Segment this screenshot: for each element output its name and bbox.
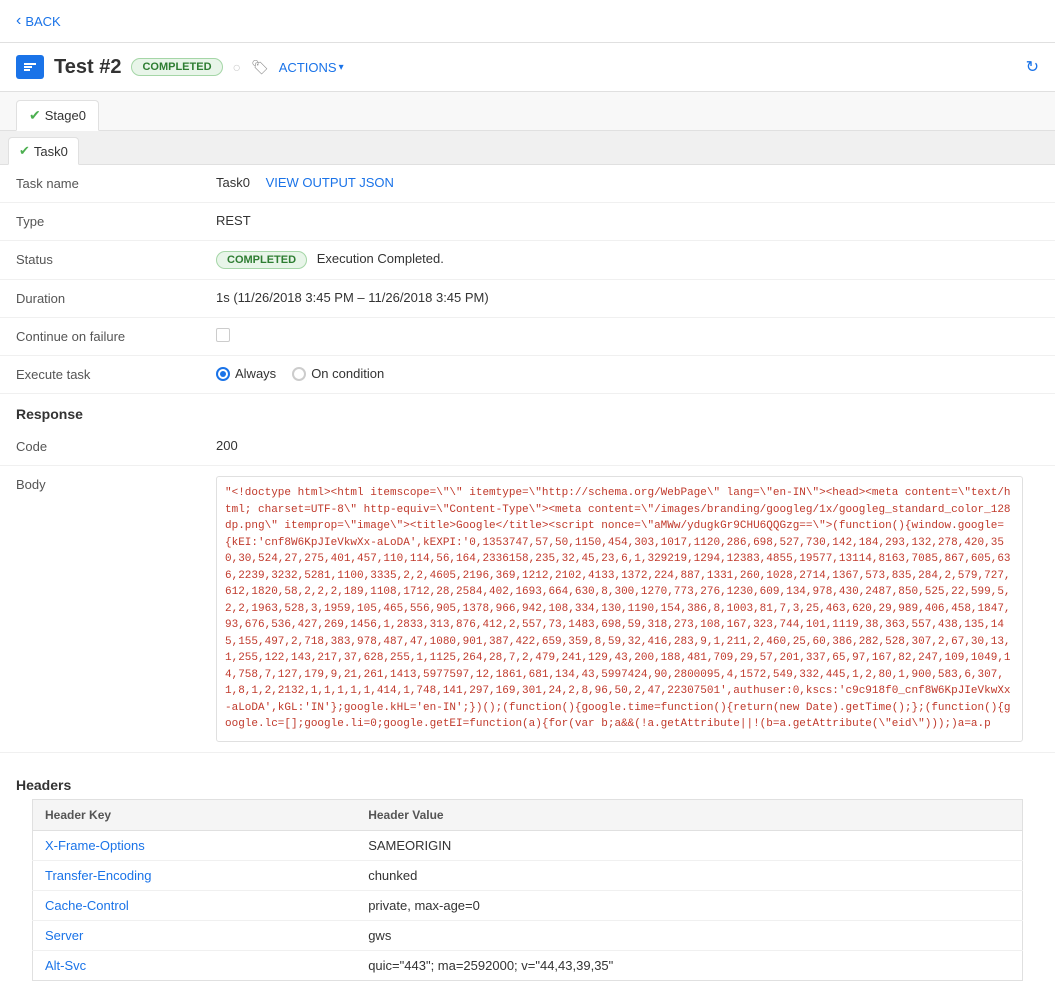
- check-icon: ✔: [29, 107, 41, 124]
- header-key-cell: Server: [33, 920, 357, 950]
- body-content-wrapper: "<!doctype html><html itemscope=\"\" ite…: [216, 476, 1039, 742]
- code-row: Code 200: [0, 428, 1055, 466]
- header-value-cell: private, max-age=0: [356, 890, 1022, 920]
- col-key-header: Header Key: [33, 799, 357, 830]
- type-row: Type REST: [0, 203, 1055, 241]
- execute-condition-label: On condition: [311, 366, 384, 381]
- actions-button[interactable]: ACTIONS ▾: [279, 60, 344, 75]
- response-header: Response: [0, 394, 1055, 428]
- status-badge: COMPLETED: [131, 58, 222, 76]
- continue-failure-label: Continue on failure: [16, 328, 216, 344]
- body-content[interactable]: "<!doctype html><html itemscope=\"\" ite…: [216, 476, 1023, 742]
- task-name-label: Task name: [16, 175, 216, 191]
- continue-failure-checkbox[interactable]: [216, 328, 230, 342]
- table-row: Cache-Controlprivate, max-age=0: [33, 890, 1023, 920]
- code-value: 200: [216, 438, 1039, 453]
- type-value: REST: [216, 213, 1039, 228]
- check-icon: ✔: [19, 143, 30, 159]
- stage-tab-label: Stage0: [45, 108, 86, 123]
- task-name-value: Task0 VIEW OUTPUT JSON: [216, 175, 1039, 190]
- header-key-cell: Alt-Svc: [33, 950, 357, 980]
- header-value-cell: quic="443"; ma=2592000; v="44,43,39,35": [356, 950, 1022, 980]
- header-value-cell: SAMEORIGIN: [356, 830, 1022, 860]
- refresh-icon[interactable]: ↻: [1026, 57, 1039, 77]
- status-row: Status COMPLETED Execution Completed.: [0, 241, 1055, 280]
- header-key-cell: X-Frame-Options: [33, 830, 357, 860]
- header-actions: ↻: [1026, 57, 1039, 77]
- execute-task-label: Execute task: [16, 366, 216, 382]
- back-link[interactable]: BACK: [16, 12, 61, 30]
- circle-icon: ○: [233, 59, 241, 75]
- tag-icon: 🏷: [251, 59, 269, 76]
- header-value-cell: chunked: [356, 860, 1022, 890]
- task-name-row: Task name Task0 VIEW OUTPUT JSON: [0, 165, 1055, 203]
- col-value-header: Header Value: [356, 799, 1022, 830]
- duration-row: Duration 1s (11/26/2018 3:45 PM – 11/26/…: [0, 280, 1055, 318]
- header-left: Test #2 COMPLETED ○ 🏷 ACTIONS ▾: [16, 55, 344, 79]
- task-name-text: Task0: [216, 175, 250, 190]
- task-tab-label: Task0: [34, 144, 68, 159]
- task-tab-task0[interactable]: ✔ Task0: [8, 137, 79, 165]
- status-text: Execution Completed.: [317, 251, 444, 266]
- code-label: Code: [16, 438, 216, 454]
- execute-condition-option[interactable]: On condition: [292, 366, 384, 381]
- execute-task-options: Always On condition: [216, 366, 1039, 381]
- task-tabs: ✔ Task0: [0, 131, 1055, 165]
- table-row: Servergws: [33, 920, 1023, 950]
- detail-section: Task name Task0 VIEW OUTPUT JSON Type RE…: [0, 165, 1055, 394]
- execute-always-label: Always: [235, 366, 276, 381]
- test-icon: [16, 55, 44, 79]
- continue-failure-value: [216, 328, 1039, 345]
- body-label: Body: [16, 476, 216, 492]
- table-row: Transfer-Encodingchunked: [33, 860, 1023, 890]
- body-row: Body "<!doctype html><html itemscope=\"\…: [0, 466, 1055, 753]
- actions-label: ACTIONS: [279, 60, 337, 75]
- status-label: Status: [16, 251, 216, 267]
- header-key-cell: Transfer-Encoding: [33, 860, 357, 890]
- duration-value: 1s (11/26/2018 3:45 PM – 11/26/2018 3:45…: [216, 290, 1039, 305]
- type-label: Type: [16, 213, 216, 229]
- completed-badge: COMPLETED: [216, 251, 307, 269]
- headers-table: Header Key Header Value X-Frame-OptionsS…: [32, 799, 1023, 981]
- headers-section: Headers Header Key Header Value X-Frame-…: [0, 753, 1055, 997]
- view-output-link[interactable]: VIEW OUTPUT JSON: [266, 175, 394, 190]
- execute-condition-radio[interactable]: [292, 367, 306, 381]
- headers-label: Headers: [16, 765, 1039, 799]
- execute-always-option[interactable]: Always: [216, 366, 276, 381]
- execute-always-radio[interactable]: [216, 367, 230, 381]
- execute-task-row: Execute task Always On condition: [0, 356, 1055, 394]
- table-row: X-Frame-OptionsSAMEORIGIN: [33, 830, 1023, 860]
- header-key-cell: Cache-Control: [33, 890, 357, 920]
- continue-failure-row: Continue on failure: [0, 318, 1055, 356]
- duration-label: Duration: [16, 290, 216, 306]
- stage-tabs: ✔ Stage0: [0, 92, 1055, 131]
- response-section: Response Code 200 Body "<!doctype html><…: [0, 394, 1055, 753]
- top-bar: BACK: [0, 0, 1055, 43]
- header-value-cell: gws: [356, 920, 1022, 950]
- page-header: Test #2 COMPLETED ○ 🏷 ACTIONS ▾ ↻: [0, 43, 1055, 92]
- page-title: Test #2: [54, 56, 121, 79]
- status-value: COMPLETED Execution Completed.: [216, 251, 1039, 269]
- table-row: Alt-Svcquic="443"; ma=2592000; v="44,43,…: [33, 950, 1023, 980]
- stage-tab-stage0[interactable]: ✔ Stage0: [16, 100, 99, 131]
- chevron-down-icon: ▾: [339, 62, 344, 73]
